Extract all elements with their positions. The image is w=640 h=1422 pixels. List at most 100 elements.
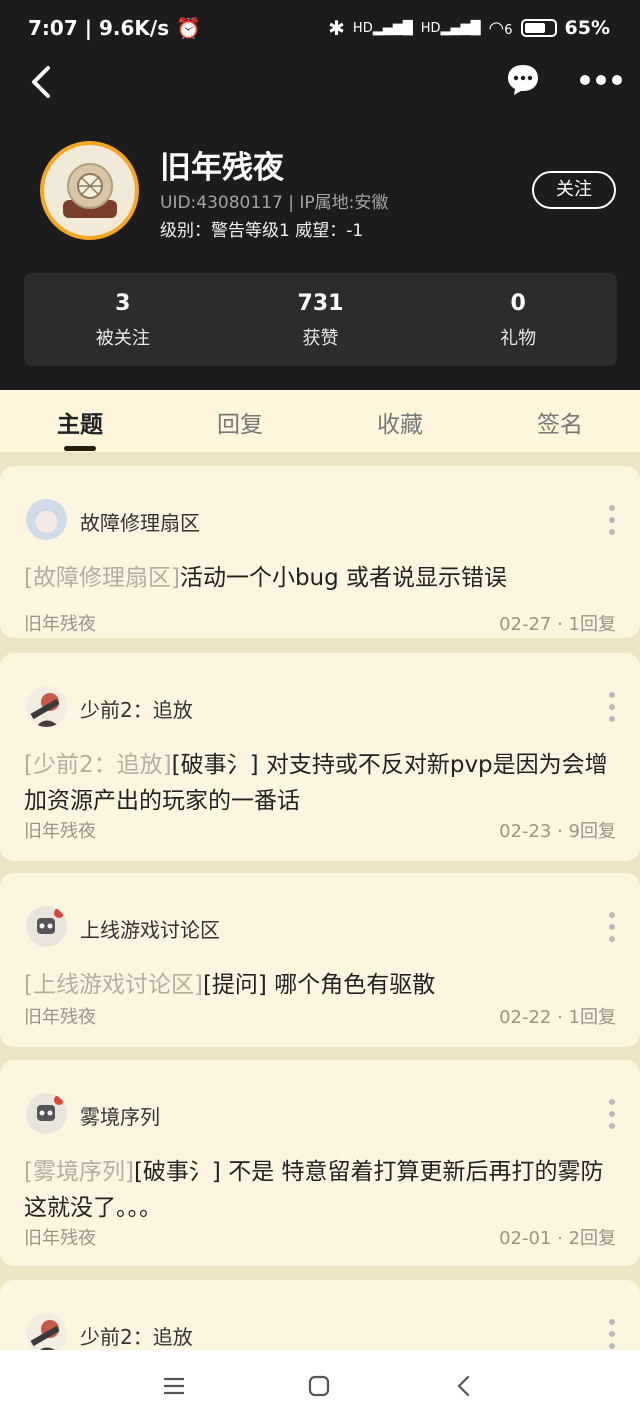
stat-gifts[interactable]: 0 礼物 <box>419 273 617 366</box>
reply-count: 1回复 <box>568 614 616 635</box>
post-meta: 02-01 · 2回复 <box>499 1228 616 1249</box>
battery-percent: 65% <box>564 17 610 39</box>
anime-avatar-icon <box>26 686 67 727</box>
reply-count: 2回复 <box>568 1228 616 1249</box>
battery-icon <box>520 19 557 37</box>
signal-icon-1: HD▂▄▆█ <box>352 20 413 36</box>
hd-label-1: HD <box>352 20 373 36</box>
reply-count: 9回复 <box>568 821 616 842</box>
back-icon[interactable] <box>24 62 64 102</box>
wifi-icon: ◠6 <box>488 17 513 39</box>
stat-likes[interactable]: 731 获赞 <box>222 273 420 366</box>
post-title-text: 活动一个小bug 或者说显示错误 <box>179 565 508 591</box>
post-title[interactable]: [少前2：追放][破事氵] 对支持或不反对新pvp是因为会增加资源产出的玩家的一… <box>24 747 618 819</box>
forum-name[interactable]: 上线游戏讨论区 <box>80 914 220 943</box>
post-date: 02-22 <box>499 1007 552 1028</box>
post-menu-icon[interactable] <box>606 689 618 725</box>
tab-label: 签名 <box>537 412 583 438</box>
anime-avatar-icon <box>26 1313 67 1350</box>
forum-name[interactable]: 少前2：追放 <box>80 694 193 723</box>
more-icon[interactable] <box>578 62 624 98</box>
post-card[interactable]: 故障修理扇区 [故障修理扇区]活动一个小bug 或者说显示错误 旧年残夜 02-… <box>0 466 640 638</box>
stat-label: 被关注 <box>95 328 150 349</box>
home-icon[interactable] <box>305 1372 333 1400</box>
tab-replies[interactable]: 回复 <box>160 390 320 452</box>
post-menu-icon[interactable] <box>606 1096 618 1132</box>
post-card[interactable]: 上线游戏讨论区 [上线游戏讨论区][提问] 哪个角色有驱散 旧年残夜 02-22… <box>0 873 640 1047</box>
avatar[interactable] <box>40 141 139 240</box>
active-tab-indicator <box>64 446 96 451</box>
post-card[interactable]: 少前2：追放 <box>0 1280 640 1350</box>
signal-icon-2: HD▂▄▆█ <box>420 20 481 36</box>
tab-label: 主题 <box>57 412 103 438</box>
back-nav-icon[interactable] <box>450 1372 478 1400</box>
post-author: 旧年残夜 <box>24 821 96 842</box>
profile-tabs: 主题 回复 收藏 签名 <box>0 390 640 452</box>
avatar-image <box>44 145 135 236</box>
menu-icon[interactable] <box>160 1372 188 1400</box>
post-title[interactable]: [故障修理扇区]活动一个小bug 或者说显示错误 <box>24 560 618 596</box>
profile-header: 7:07 | 9.6K/s ⏰ ✱ HD▂▄▆█ HD▂▄▆█ ◠6 65% 旧… <box>0 0 640 390</box>
stats-panel: 3 被关注 731 获赞 0 礼物 <box>24 273 617 366</box>
tab-favorites[interactable]: 收藏 <box>320 390 480 452</box>
level-reputation-line: 级别：警告等级1 威望：-1 <box>160 221 364 241</box>
forum-name[interactable]: 少前2：追放 <box>80 1321 193 1350</box>
stat-number: 3 <box>115 291 131 316</box>
post-author: 旧年残夜 <box>24 1228 96 1249</box>
forum-name[interactable]: 故障修理扇区 <box>80 507 200 536</box>
robot-avatar-icon <box>26 1093 67 1134</box>
forum-avatar <box>26 686 67 727</box>
system-nav-bar <box>0 1350 640 1422</box>
post-author: 旧年残夜 <box>24 1007 96 1028</box>
forum-avatar <box>26 499 67 540</box>
post-list: 故障修理扇区 [故障修理扇区]活动一个小bug 或者说显示错误 旧年残夜 02-… <box>0 452 640 1350</box>
post-meta: 02-23 · 9回复 <box>499 821 616 842</box>
post-meta: 02-22 · 1回复 <box>499 1007 616 1028</box>
stat-number: 0 <box>510 291 526 316</box>
reply-count: 1回复 <box>568 1007 616 1028</box>
stat-followers[interactable]: 3 被关注 <box>24 273 222 366</box>
anime-avatar-icon <box>26 499 67 540</box>
tab-label: 回复 <box>217 412 263 438</box>
wifi6-label: 6 <box>504 22 513 38</box>
message-icon[interactable] <box>505 62 541 98</box>
post-title[interactable]: [上线游戏讨论区][提问] 哪个角色有驱散 <box>24 967 618 1003</box>
hd-label-2: HD <box>420 20 441 36</box>
tab-signature[interactable]: 签名 <box>480 390 640 452</box>
post-date: 02-27 <box>499 614 552 635</box>
stat-number: 731 <box>297 291 344 316</box>
forum-avatar <box>26 906 67 947</box>
time-text: 7:07 <box>28 16 78 40</box>
follow-button[interactable]: 关注 <box>532 171 616 209</box>
forum-tag: [雾境序列] <box>24 1159 134 1185</box>
post-title[interactable]: [雾境序列][破事氵] 不是 特意留着打算更新后再打的雾防这就没了。。。 <box>24 1154 618 1226</box>
status-bar: 7:07 | 9.6K/s ⏰ ✱ HD▂▄▆█ HD▂▄▆█ ◠6 65% <box>0 0 640 56</box>
post-menu-icon[interactable] <box>606 909 618 945</box>
diving-helmet-icon <box>62 162 117 218</box>
network-speed: 9.6K/s <box>98 16 170 40</box>
post-card[interactable]: 少前2：追放 [少前2：追放][破事氵] 对支持或不反对新pvp是因为会增加资源… <box>0 653 640 861</box>
forum-name[interactable]: 雾境序列 <box>80 1101 160 1130</box>
forum-tag: [少前2：追放] <box>24 752 172 778</box>
stat-label: 礼物 <box>500 328 537 349</box>
post-date: 02-01 <box>499 1228 552 1249</box>
post-meta: 02-27 · 1回复 <box>499 614 616 635</box>
tab-topics[interactable]: 主题 <box>0 390 160 452</box>
forum-tag: [上线游戏讨论区] <box>24 972 203 998</box>
forum-avatar <box>26 1313 67 1350</box>
forum-tag: [故障修理扇区] <box>24 565 180 591</box>
post-author: 旧年残夜 <box>24 614 96 635</box>
bluetooth-icon: ✱ <box>328 16 345 40</box>
username: 旧年残夜 <box>160 150 284 186</box>
stat-label: 获赞 <box>302 328 339 349</box>
robot-avatar-icon <box>26 906 67 947</box>
post-date: 02-23 <box>499 821 552 842</box>
post-menu-icon[interactable] <box>606 1316 618 1350</box>
uid-ip-line: UID:43080117 | IP属地:安徽 <box>160 193 389 213</box>
post-menu-icon[interactable] <box>606 502 618 538</box>
tab-label: 收藏 <box>377 412 423 438</box>
post-card[interactable]: 雾境序列 [雾境序列][破事氵] 不是 特意留着打算更新后再打的雾防这就没了。。… <box>0 1060 640 1266</box>
post-title-text: [提问] 哪个角色有驱散 <box>202 972 436 998</box>
status-time: 7:07 | 9.6K/s ⏰ <box>28 16 201 40</box>
forum-avatar <box>26 1093 67 1134</box>
